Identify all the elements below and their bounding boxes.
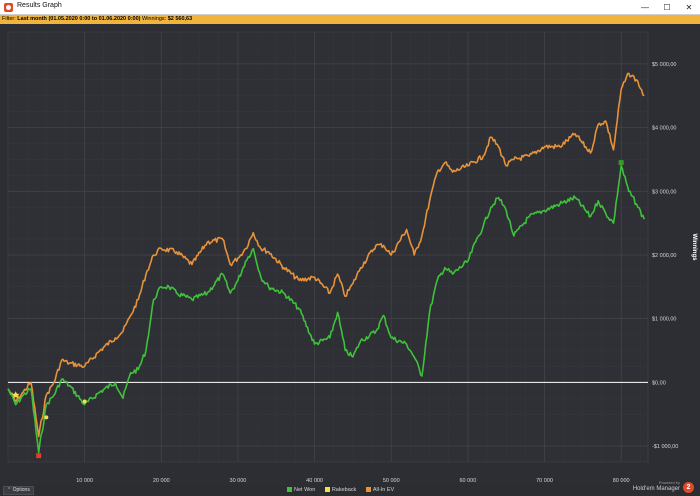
powered-by-text: Powered by <box>658 480 680 485</box>
rakeback-point <box>82 399 87 404</box>
y-tick-label: $0,00 <box>652 380 666 386</box>
x-tick-label: 50 000 <box>383 478 400 484</box>
legend-label: Net Won <box>294 487 316 493</box>
results-graph[interactable]: -$1 000,00 $0,00 $1 000,00 $2 000,00 $3 000,… <box>0 24 700 485</box>
legend-item-net-won[interactable]: Net Won <box>287 487 315 493</box>
x-tick-label: 60 000 <box>459 478 476 484</box>
legend-label: Rakeback <box>331 487 357 493</box>
y-tick-label: $3 000,00 <box>652 189 676 195</box>
filter-value: Last month (01.05.2020 0:00 to 01.06.202… <box>17 16 141 22</box>
window-titlebar: Results Graph — ☐ ✕ <box>0 0 700 15</box>
y-tick-label: $5 000,00 <box>652 62 676 68</box>
options-button[interactable]: ⌃ Options <box>3 486 34 495</box>
y-axis-title: Winnings <box>691 234 697 262</box>
x-tick-label: 10 000 <box>76 478 93 484</box>
y-tick-label: $4 000,00 <box>652 126 676 132</box>
minimize-button[interactable]: — <box>634 0 656 15</box>
close-button[interactable]: ✕ <box>678 0 700 15</box>
x-tick-label: 40 000 <box>306 478 323 484</box>
filter-label: Filter: <box>2 16 16 22</box>
square-marker <box>618 160 624 166</box>
x-tick-label: 20 000 <box>153 478 170 484</box>
options-label: Options <box>12 487 30 493</box>
square-marker <box>36 453 42 459</box>
app-logo-icon <box>4 3 13 12</box>
chart-legend: Net Won Rakeback All-In EV <box>287 487 402 493</box>
legend-item-rakeback[interactable]: Rakeback <box>324 487 357 493</box>
legend-label: All-In EV <box>372 487 395 493</box>
legend-swatch-all-in-ev <box>365 487 371 492</box>
results-chart-svg[interactable]: -$1 000,00 $0,00 $1 000,00 $2 000,00 $3 000,… <box>0 24 700 485</box>
winnings-value: $2 560,63 <box>167 16 193 22</box>
x-tick-label: 70 000 <box>536 478 553 484</box>
x-tick-label: 30 000 <box>230 478 247 484</box>
filter-bar: Filter: Last month (01.05.2020 0:00 to 0… <box>0 15 700 24</box>
winnings-label: Winnings: <box>142 16 167 22</box>
rakeback-point <box>44 415 49 420</box>
brand-name: Hold'em Manager <box>632 486 680 492</box>
y-tick-label: -$1 000,00 <box>652 444 678 450</box>
legend-swatch-rakeback <box>324 487 330 492</box>
legend-item-all-in-ev[interactable]: All-In EV <box>365 487 395 493</box>
maximize-button[interactable]: ☐ <box>656 0 678 15</box>
legend-swatch-net-won <box>287 487 292 492</box>
window-title: Results Graph <box>17 2 62 9</box>
brand-footer: Powered by Hold'em Manager 2 <box>616 480 696 496</box>
y-tick-label: $2 000,00 <box>652 253 676 259</box>
y-tick-label: $1 000,00 <box>652 317 676 323</box>
brand-logo-icon: 2 <box>683 482 694 493</box>
